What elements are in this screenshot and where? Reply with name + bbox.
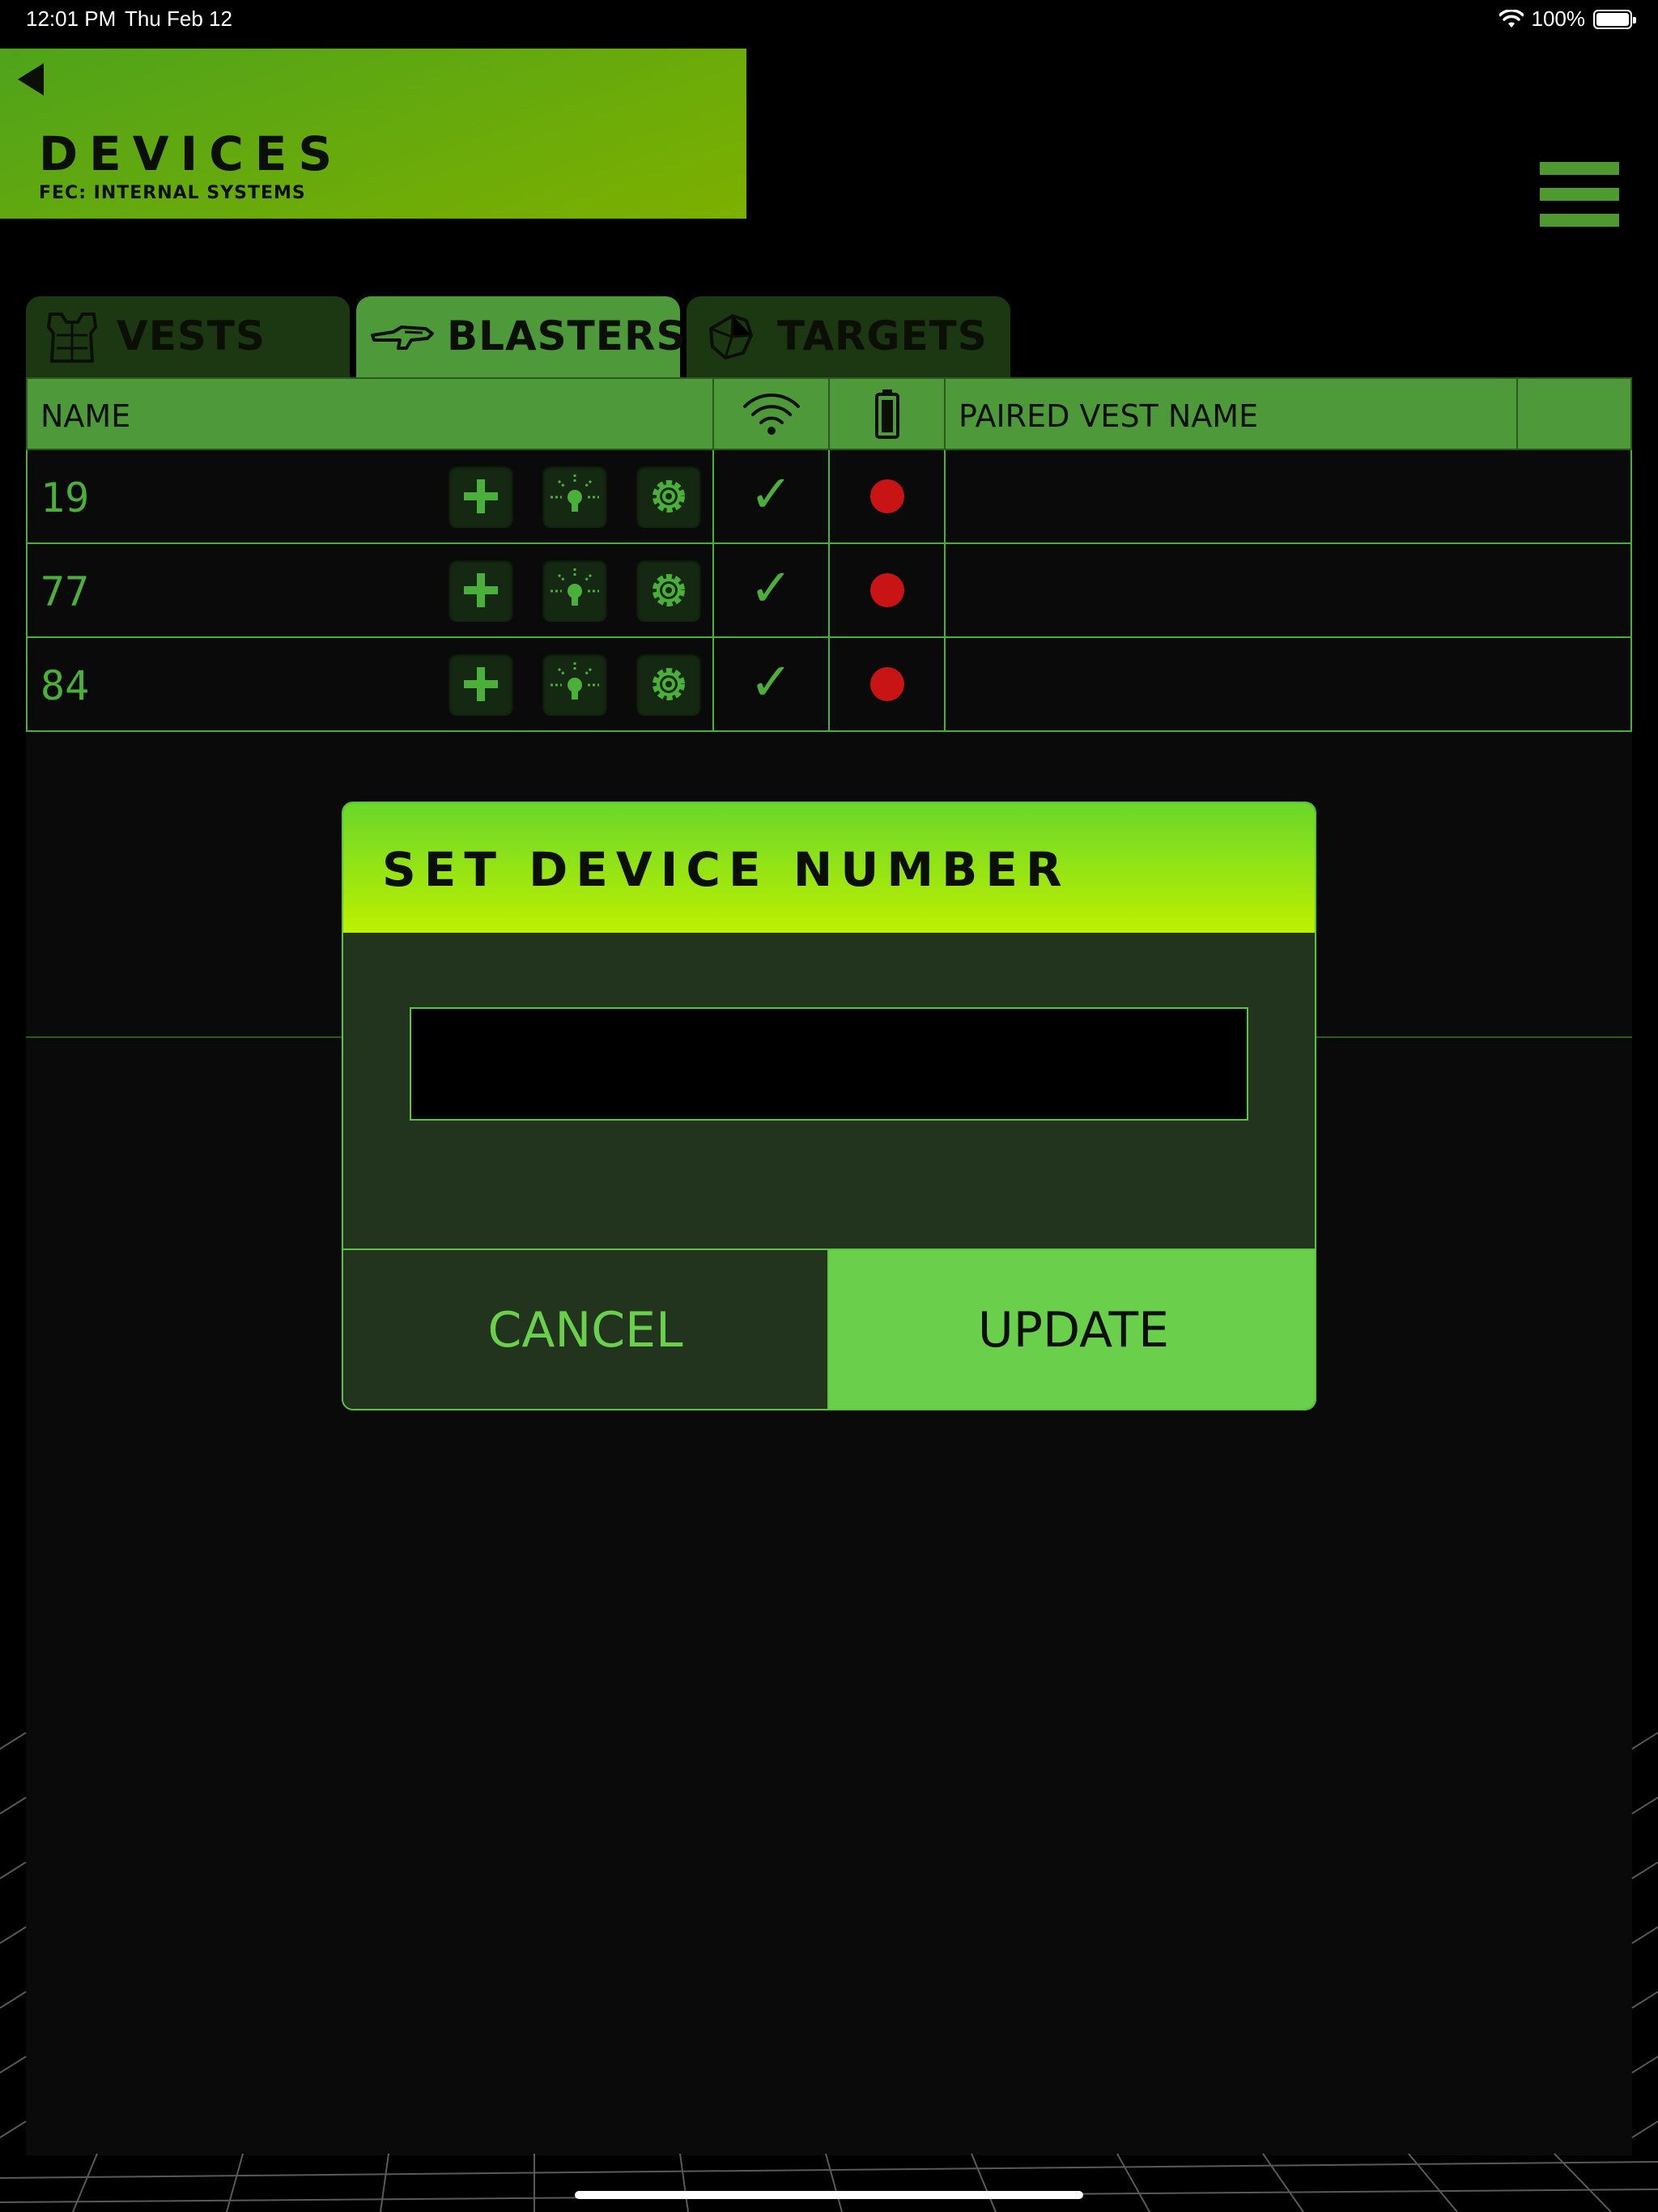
tab-blasters[interactable]: BLASTERS bbox=[356, 296, 685, 377]
column-battery-header bbox=[830, 379, 946, 450]
column-wifi-header bbox=[714, 379, 830, 450]
cell-battery bbox=[830, 450, 946, 542]
table-row[interactable]: 77 ✓ bbox=[26, 544, 1632, 638]
tab-vests[interactable]: VESTS bbox=[26, 296, 350, 377]
device-name: 84 bbox=[40, 662, 90, 709]
cell-paired-vest bbox=[946, 450, 1632, 542]
dialog-footer: CANCEL UPDATE bbox=[343, 1249, 1315, 1409]
connected-check-icon: ✓ bbox=[749, 653, 793, 713]
column-paired-label: PAIRED VEST NAME bbox=[959, 398, 1259, 434]
connected-check-icon: ✓ bbox=[749, 559, 793, 619]
status-indicators: 100% bbox=[1499, 6, 1636, 32]
dialog-title: SET DEVICE NUMBER bbox=[382, 842, 1070, 897]
grid-floor-decoration bbox=[0, 1732, 1658, 2212]
cancel-button[interactable]: CANCEL bbox=[343, 1250, 829, 1409]
battery-percent: 100% bbox=[1531, 6, 1586, 31]
cell-battery bbox=[830, 544, 946, 636]
target-icon bbox=[709, 314, 753, 359]
status-time: 12:01 PM bbox=[26, 6, 117, 31]
cell-name: 84 bbox=[28, 638, 714, 730]
dialog-header: SET DEVICE NUMBER bbox=[343, 803, 1315, 933]
page-subtitle: FEC: INTERNAL SYSTEMS bbox=[39, 183, 306, 203]
identify-light-button[interactable] bbox=[542, 653, 607, 716]
gear-icon bbox=[653, 668, 685, 700]
column-name-header: NAME bbox=[28, 379, 714, 450]
header-banner: DEVICES FEC: INTERNAL SYSTEMS bbox=[0, 49, 746, 219]
hamburger-icon bbox=[1540, 162, 1619, 175]
column-extra-header bbox=[1518, 379, 1632, 450]
cell-connection: ✓ bbox=[714, 544, 830, 636]
settings-button[interactable] bbox=[636, 559, 701, 622]
column-paired-header: PAIRED VEST NAME bbox=[946, 379, 1518, 450]
update-button-label: UPDATE bbox=[977, 1302, 1170, 1359]
table-row[interactable]: 84 ✓ bbox=[26, 638, 1632, 732]
cancel-button-label: CANCEL bbox=[487, 1302, 683, 1359]
wifi-status-icon bbox=[1499, 9, 1524, 28]
table-header: NAME PAIRED VEST NAME bbox=[26, 377, 1632, 450]
add-button[interactable] bbox=[449, 653, 513, 716]
set-device-number-dialog: SET DEVICE NUMBER CANCEL UPDATE bbox=[342, 802, 1316, 1410]
battery-status-dot bbox=[869, 479, 904, 513]
settings-button[interactable] bbox=[636, 653, 701, 716]
device-name: 77 bbox=[40, 568, 90, 615]
tab-vests-label: VESTS bbox=[117, 313, 266, 359]
update-button[interactable]: UPDATE bbox=[829, 1250, 1315, 1409]
cell-connection: ✓ bbox=[714, 450, 830, 542]
plus-icon bbox=[464, 667, 498, 701]
gear-icon bbox=[653, 480, 685, 513]
lightbulb-icon bbox=[551, 662, 599, 700]
connected-check-icon: ✓ bbox=[749, 465, 793, 525]
add-button[interactable] bbox=[449, 559, 513, 622]
status-date: Thu Feb 12 bbox=[125, 6, 232, 31]
gear-icon bbox=[653, 574, 685, 606]
menu-button[interactable] bbox=[1540, 162, 1619, 227]
identify-light-button[interactable] bbox=[542, 465, 607, 528]
settings-button[interactable] bbox=[636, 465, 701, 528]
cell-name: 19 bbox=[28, 450, 714, 542]
plus-icon bbox=[464, 479, 498, 513]
plus-icon bbox=[464, 573, 498, 607]
device-number-input[interactable] bbox=[410, 1007, 1248, 1121]
battery-icon bbox=[875, 389, 899, 439]
back-arrow-icon bbox=[18, 63, 44, 96]
identify-light-button[interactable] bbox=[542, 559, 607, 622]
device-name: 19 bbox=[40, 474, 90, 521]
table-row[interactable]: 19 ✓ bbox=[26, 450, 1632, 544]
vest-icon bbox=[47, 313, 97, 363]
device-table: NAME PAIRED VEST NAME 19 ✓ 77 ✓ 84 ✓ bbox=[26, 377, 1632, 732]
page-title: DEVICES bbox=[39, 126, 344, 181]
battery-status-dot bbox=[869, 573, 904, 607]
tab-targets-label: TARGETS bbox=[777, 313, 988, 359]
status-bar: 12:01 PM Thu Feb 12 100% bbox=[0, 0, 1658, 39]
home-indicator[interactable] bbox=[575, 2191, 1083, 2199]
cell-name: 77 bbox=[28, 544, 714, 636]
tab-targets[interactable]: TARGETS bbox=[687, 296, 1010, 377]
wifi-icon bbox=[743, 393, 800, 435]
back-button[interactable] bbox=[15, 62, 47, 97]
cell-paired-vest bbox=[946, 638, 1632, 730]
cell-connection: ✓ bbox=[714, 638, 830, 730]
lightbulb-icon bbox=[551, 568, 599, 606]
tab-blasters-label: BLASTERS bbox=[447, 313, 687, 359]
lightbulb-icon bbox=[551, 474, 599, 512]
cell-battery bbox=[830, 638, 946, 730]
battery-status-icon bbox=[1593, 9, 1636, 29]
column-name-label: NAME bbox=[40, 398, 131, 434]
cell-paired-vest bbox=[946, 544, 1632, 636]
battery-status-dot bbox=[869, 667, 904, 701]
blaster-icon bbox=[371, 325, 434, 350]
add-button[interactable] bbox=[449, 465, 513, 528]
